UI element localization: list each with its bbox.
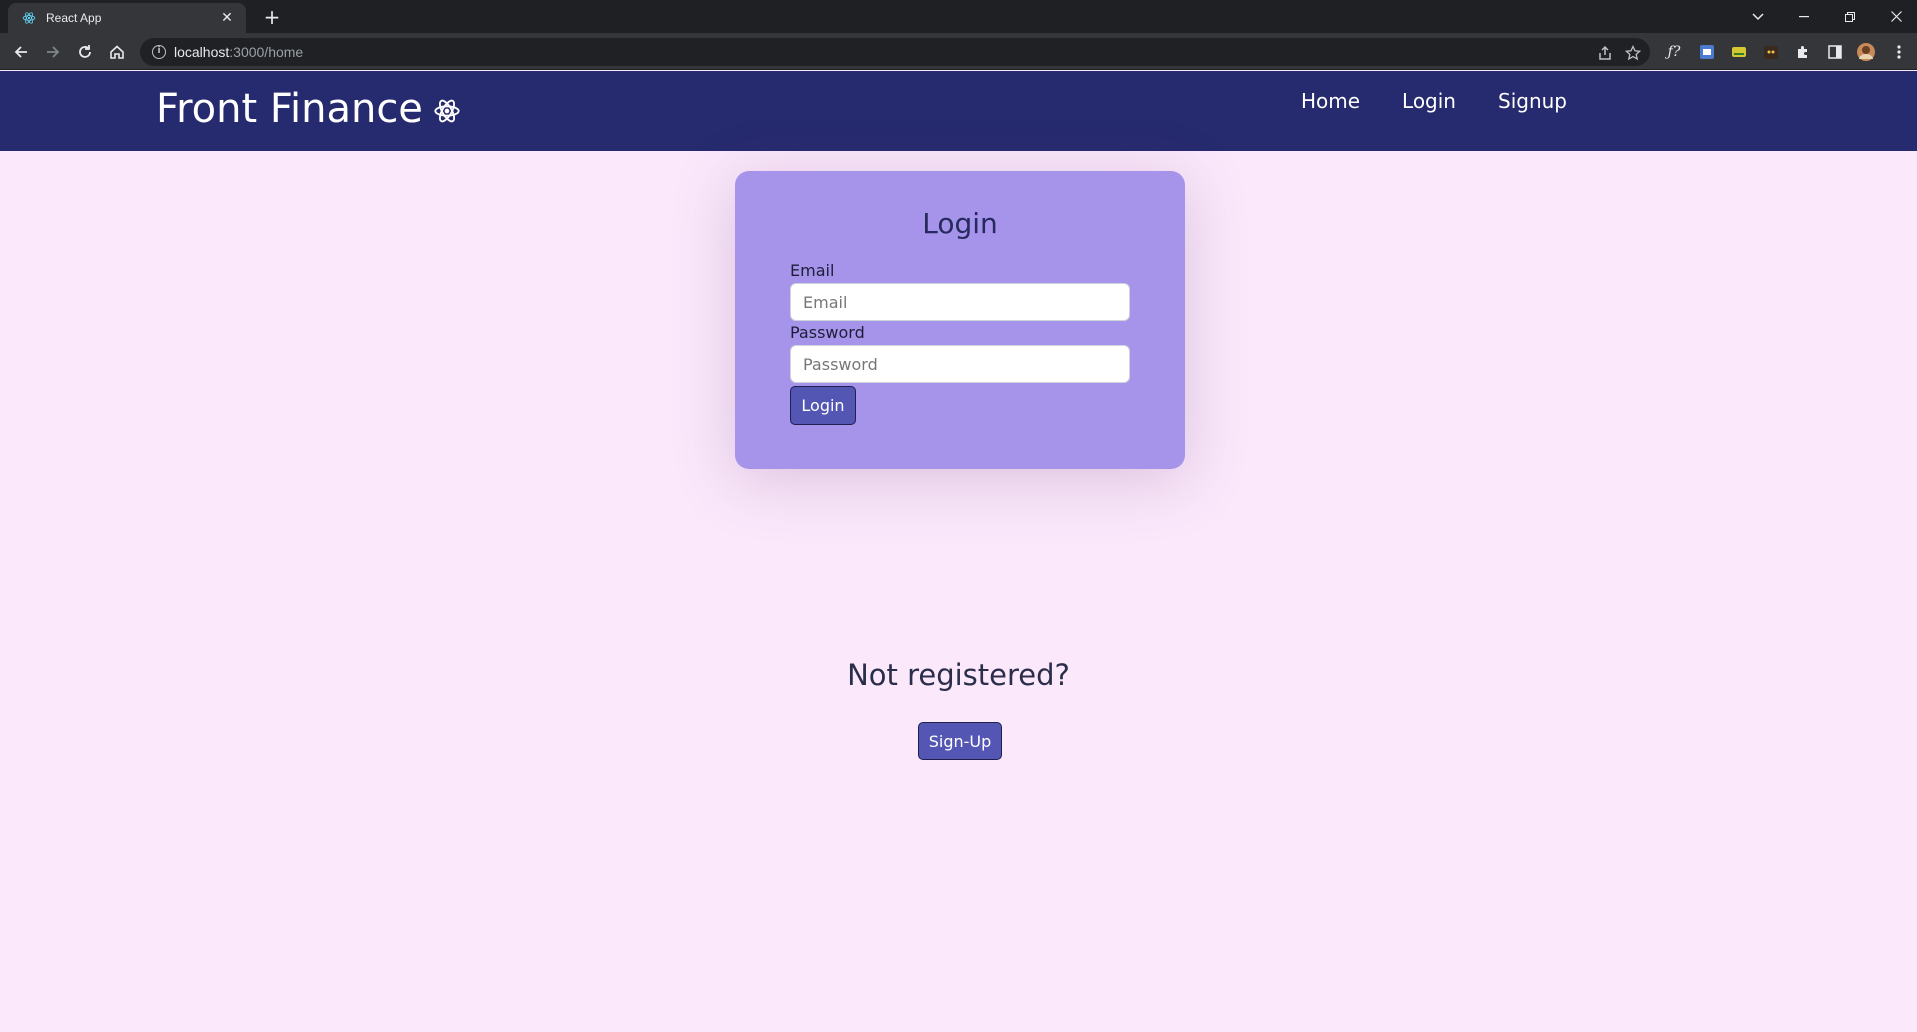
browser-tab-bar: React App ✕ +: [0, 0, 1917, 33]
restore-icon[interactable]: [1827, 0, 1873, 33]
reload-icon[interactable]: [72, 39, 98, 65]
brand[interactable]: Front Finance: [156, 83, 461, 135]
react-favicon-icon: [22, 11, 36, 25]
nav-link-signup[interactable]: Signup: [1498, 89, 1567, 113]
tab-search-icon[interactable]: [1735, 0, 1781, 33]
bookmark-star-icon[interactable]: [1623, 43, 1643, 63]
email-label: Email: [790, 261, 835, 280]
home-icon[interactable]: [104, 39, 130, 65]
login-submit-button[interactable]: Login: [790, 386, 856, 425]
back-icon[interactable]: [8, 39, 34, 65]
browser-tab[interactable]: React App ✕: [8, 3, 246, 33]
share-icon[interactable]: [1595, 43, 1615, 63]
new-tab-button[interactable]: +: [260, 5, 284, 29]
tab-title: React App: [46, 11, 102, 25]
nav-link-login[interactable]: Login: [1402, 89, 1456, 113]
signup-button[interactable]: Sign-Up: [918, 722, 1002, 760]
brand-title: Front Finance: [156, 86, 423, 132]
login-card: Login Email Password Login: [735, 171, 1185, 469]
atom-icon: [433, 89, 461, 135]
address-bar[interactable]: i localhost:3000/home: [140, 38, 1650, 66]
browser-toolbar: i localhost:3000/home ƒ?: [0, 33, 1917, 70]
browser-menu-icon[interactable]: [1889, 42, 1909, 62]
login-title: Login: [922, 207, 998, 240]
extensions-puzzle-icon[interactable]: [1793, 42, 1813, 62]
password-field[interactable]: [790, 345, 1130, 383]
profile-avatar[interactable]: [1856, 42, 1876, 62]
nav-links: Home Login Signup: [1259, 89, 1567, 113]
app-navbar: Front Finance Home Login Signup: [0, 71, 1917, 151]
side-panel-icon[interactable]: [1825, 42, 1845, 62]
extension-blue-icon[interactable]: [1697, 42, 1717, 62]
url-path: :3000/home: [229, 44, 304, 60]
site-info-icon[interactable]: i: [152, 45, 166, 59]
extension-cat-icon[interactable]: [1761, 42, 1781, 62]
forward-icon[interactable]: [40, 39, 66, 65]
not-registered-text: Not registered?: [847, 658, 1070, 692]
minimize-icon[interactable]: [1781, 0, 1827, 33]
url-host: localhost: [174, 44, 230, 60]
nav-link-home[interactable]: Home: [1301, 89, 1360, 113]
close-window-icon[interactable]: [1873, 0, 1917, 33]
password-label: Password: [790, 323, 865, 342]
formula-extension-icon[interactable]: ƒ?: [1664, 42, 1684, 62]
tab-close-icon[interactable]: ✕: [218, 10, 236, 26]
extension-yellow-icon[interactable]: [1729, 42, 1749, 62]
email-field[interactable]: [790, 283, 1130, 321]
